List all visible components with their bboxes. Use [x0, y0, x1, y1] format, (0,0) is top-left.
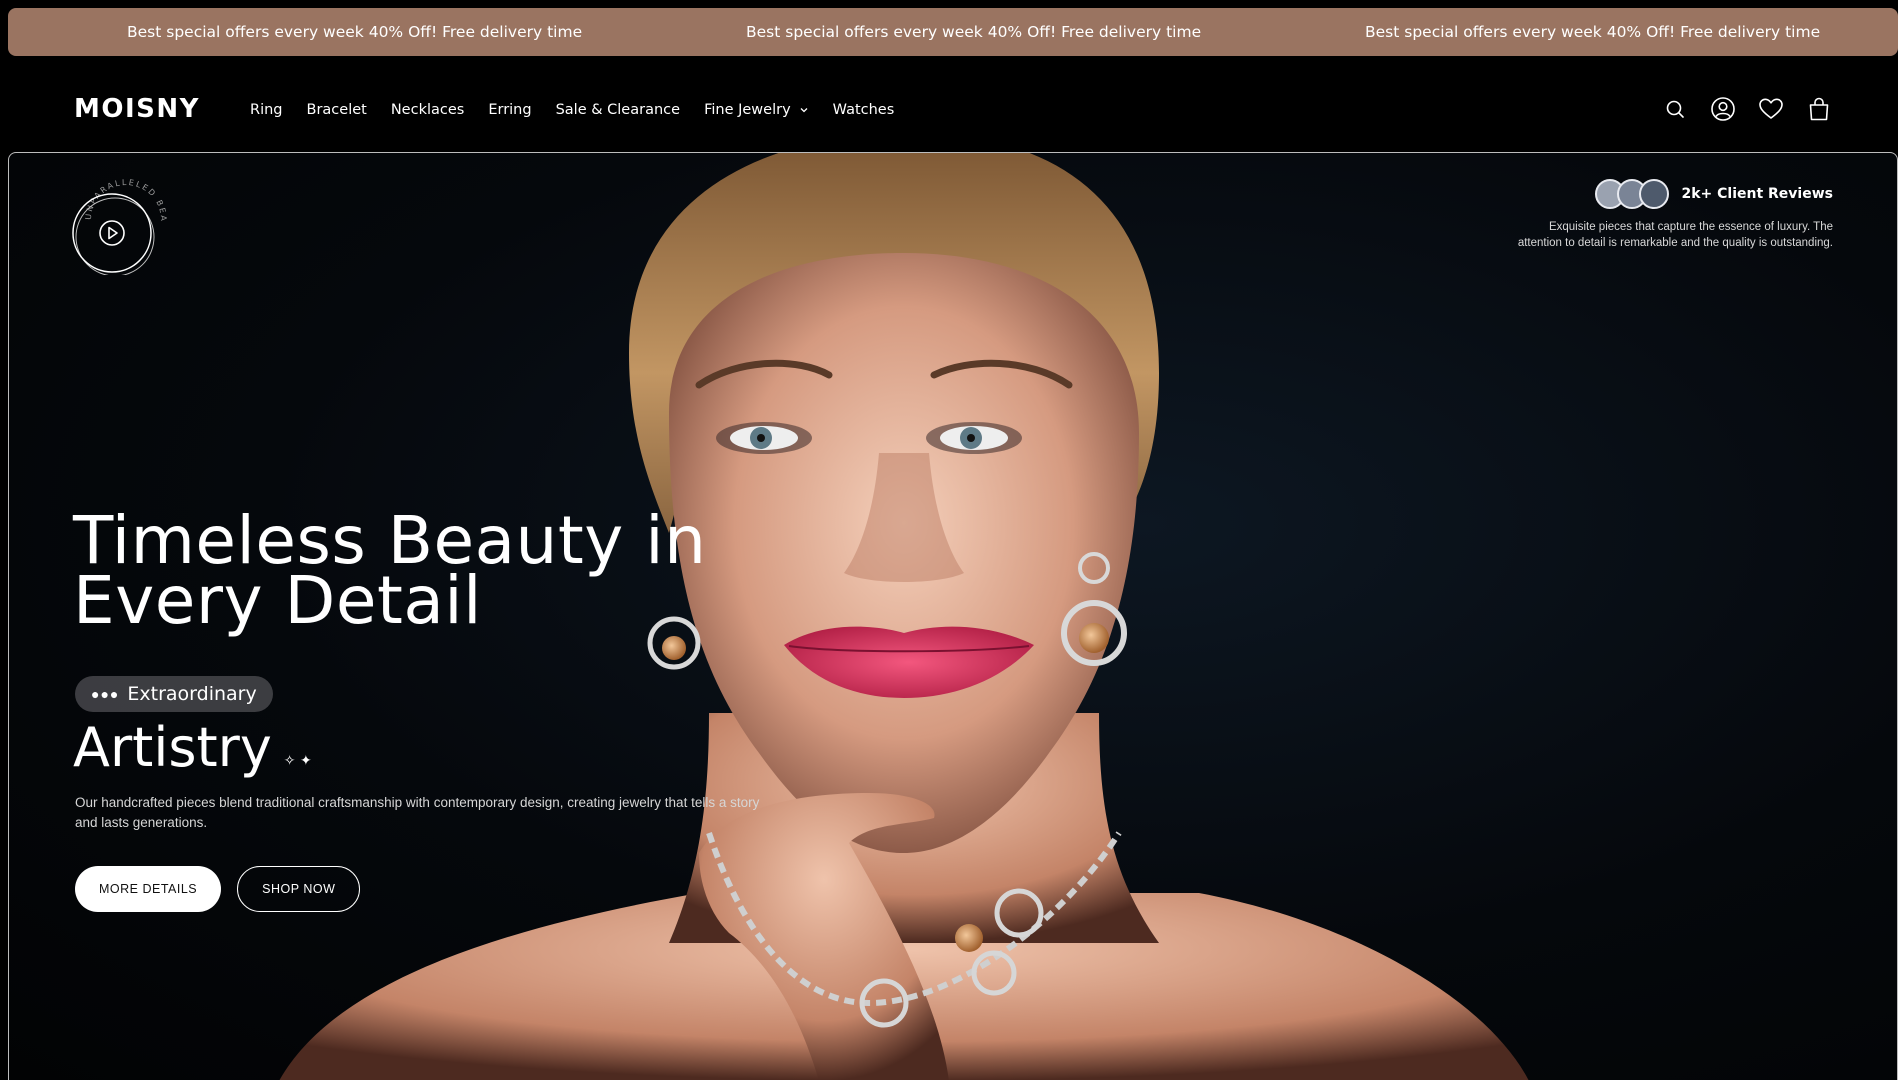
nav-item-bracelet[interactable]: Bracelet [307, 102, 367, 118]
reviews-count: 2k+ Client Reviews [1681, 186, 1833, 202]
heart-icon[interactable] [1758, 96, 1784, 122]
avatar [1639, 179, 1670, 209]
reviewer-avatars [1595, 179, 1670, 209]
promo-text-1: Best special offers every week 40% Off! … [127, 23, 583, 41]
more-details-button[interactable]: MORE DETAILS [75, 866, 222, 912]
promo-bar: Best special offers every week 40% Off! … [8, 8, 1898, 56]
play-video-badge[interactable]: UNPARALLELED BEAUTY [67, 158, 181, 277]
hero-description: Our handcrafted pieces blend traditional… [75, 795, 760, 830]
nav-item-fine-jewelry[interactable]: Fine Jewelry [704, 102, 809, 118]
hero-actions: MORE DETAILS SHOP NOW [75, 866, 361, 912]
extraordinary-pill: ●●● Extraordinary [75, 676, 273, 712]
main-nav: Ring Bracelet Necklaces Erring Sale & Cl… [250, 102, 894, 118]
promo-text-3: Best special offers every week 40% Off! … [1365, 23, 1821, 41]
site-logo[interactable]: MOISNY [74, 94, 200, 124]
sparkle-icon: ✧ ✦ [283, 753, 312, 769]
search-icon[interactable] [1662, 96, 1688, 122]
account-icon[interactable] [1710, 96, 1736, 122]
hero-title: Timeless Beauty in Every Detail [73, 502, 707, 639]
hero-subtitle-text: Artistry [73, 716, 272, 779]
nav-item-necklaces[interactable]: Necklaces [391, 102, 465, 118]
nav-item-erring[interactable]: Erring [488, 102, 531, 118]
hero-subtitle: Artistry ✧ ✦ [73, 716, 312, 779]
client-reviews: 2k+ Client Reviews Exquisite pieces that… [1513, 179, 1833, 251]
hero-section: UNPARALLELED BEAUTY 2k+ Client Reviews E… [8, 152, 1898, 1080]
nav-item-fine-jewelry-label: Fine Jewelry [704, 102, 791, 118]
nav-item-ring[interactable]: Ring [250, 102, 283, 118]
play-icon [99, 220, 125, 246]
pill-label: Extraordinary [127, 683, 257, 705]
promo-text-2: Best special offers every week 40% Off! … [746, 23, 1202, 41]
nav-item-watches[interactable]: Watches [833, 102, 895, 118]
shopping-bag-icon[interactable] [1806, 96, 1832, 122]
chevron-down-icon [800, 108, 808, 113]
dots-icon: ●●● [91, 686, 120, 702]
header-actions [1662, 96, 1832, 122]
shop-now-button[interactable]: SHOP NOW [237, 866, 361, 912]
review-quote: Exquisite pieces that capture the essenc… [1517, 221, 1833, 249]
nav-item-sale-clearance[interactable]: Sale & Clearance [556, 102, 680, 118]
site-header: MOISNY Ring Bracelet Necklaces Erring Sa… [0, 56, 1898, 152]
